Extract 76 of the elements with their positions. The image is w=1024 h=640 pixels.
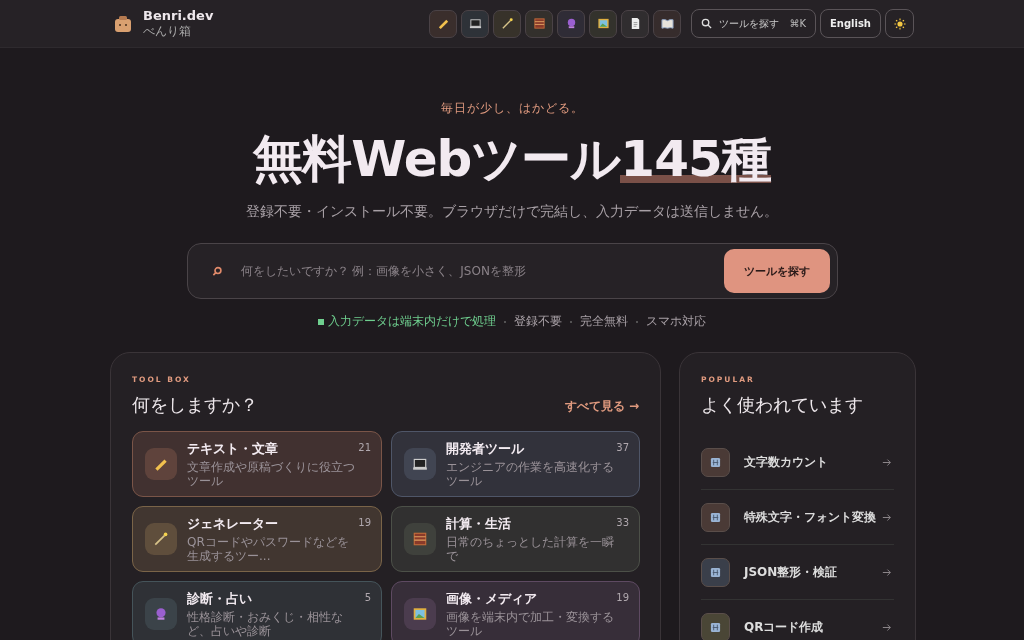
search-label: ツールを探す [719, 16, 780, 31]
see-all-link[interactable]: すべて見る → [564, 398, 639, 415]
category-name: 開発者ツール [446, 440, 525, 458]
site-subtitle: べんり箱 [143, 22, 192, 40]
category-description: 文章作成や原稿づくりに役立つツール [187, 460, 356, 488]
tool-count: 19 [616, 592, 629, 603]
category-button[interactable] [589, 9, 618, 38]
tile-icon [710, 621, 721, 633]
category-description: QRコードやパスワードなどを生成するツー... [187, 535, 350, 563]
search-button[interactable]: ツールを探す ⌘K [691, 9, 816, 38]
category-button[interactable] [525, 9, 554, 38]
sun-icon [893, 17, 906, 30]
arrow-icon [882, 512, 892, 522]
arrow-icon [882, 622, 892, 632]
hero-title: 無料Webツール145種 [253, 129, 771, 190]
category-card[interactable]: テキスト・文章 文章作成や原稿づくりに役立つツール 21 [132, 431, 382, 497]
arrow-icon [882, 567, 892, 577]
tool-name: QRコード作成 [744, 618, 825, 636]
tool-search-field[interactable]: 何をしたいですか？ 例：画像を小さく、JSONを整形 ツールを探す [186, 243, 838, 299]
category-description: 画像を端末内で加工・変換するツール [446, 610, 615, 638]
category-button[interactable] [653, 9, 682, 38]
category-name: ジェネレーター [187, 515, 279, 533]
magic-wand-icon [500, 17, 514, 30]
arrow-icon [882, 457, 892, 467]
category-button[interactable] [621, 9, 650, 38]
section-heading: よく使われています [701, 393, 864, 417]
tile-icon [710, 566, 721, 578]
category-card[interactable]: 画像・メディア 画像を端末内で加工・変換するツール 19 [391, 581, 640, 640]
category-button[interactable] [461, 9, 490, 38]
laptop-icon [412, 456, 428, 472]
find-tools-button[interactable]: ツールを探す [723, 249, 830, 293]
feature-label: スマホ対応 [646, 313, 706, 330]
section-heading: 何をしますか？ [132, 393, 258, 417]
tool-name: 文字数カウント [744, 453, 829, 471]
magic-wand-icon [153, 531, 169, 547]
tool-count: 5 [364, 592, 371, 603]
search-icon [701, 18, 713, 29]
category-description: 日常のちょっとした計算を一瞬で [446, 535, 615, 563]
popular-tool-item[interactable]: 文字数カウント [701, 435, 894, 490]
popular-tool-item[interactable]: JSON整形・検証 [701, 545, 894, 600]
tool-count: 37 [616, 442, 629, 453]
category-description: エンジニアの作業を高速化するツール [446, 460, 615, 488]
tool-count: 21 [358, 442, 371, 453]
theme-toggle-button[interactable] [885, 9, 914, 38]
feature-label: 入力データは端末内だけで処理 [318, 313, 496, 330]
tagline: 毎日が少し、はかどる。 [440, 100, 584, 117]
tile-icon [710, 456, 721, 468]
category-name: テキスト・文章 [187, 440, 279, 458]
site-name[interactable]: Benri.dev [143, 7, 214, 23]
tool-count: 19 [358, 517, 371, 528]
category-name: 診断・占い [187, 590, 253, 608]
tool-name: JSON整形・検証 [744, 563, 839, 581]
search-icon [211, 265, 223, 277]
popular-tool-item[interactable]: 特殊文字・フォント変換 [701, 490, 894, 545]
popular-tool-item[interactable]: QRコード作成 [701, 600, 894, 640]
category-button[interactable] [429, 9, 458, 38]
category-card[interactable]: 計算・生活 日常のちょっとした計算を一瞬で 33 [391, 506, 640, 572]
category-card[interactable]: ジェネレーター QRコードやパスワードなどを生成するツー... 19 [132, 506, 382, 572]
box-logo-icon[interactable] [113, 13, 133, 34]
tool-name: 特殊文字・フォント変換 [744, 508, 877, 526]
framed-picture-icon [596, 17, 610, 30]
tile-icon [710, 511, 721, 523]
shortcut-hint: ⌘K [789, 18, 806, 29]
tool-count: 33 [616, 517, 629, 528]
category-description: 性格診断・おみくじ・相性など、占いや診断 [187, 610, 344, 638]
feature-label: 登録不要 [514, 313, 562, 330]
feature-label: 完全無料 [580, 313, 628, 330]
book-icon [660, 17, 674, 30]
category-card[interactable]: 診断・占い 性格診断・おみくじ・相性など、占いや診断 5 [132, 581, 382, 640]
language-button[interactable]: English [819, 9, 881, 38]
category-name: 画像・メディア [446, 590, 538, 608]
laptop-icon [468, 17, 482, 30]
framed-picture-icon [412, 606, 428, 622]
category-card[interactable]: 開発者ツール エンジニアの作業を高速化するツール 37 [391, 431, 640, 497]
category-name: 計算・生活 [446, 515, 512, 533]
hero-subtitle: 登録不要・インストール不要。ブラウザだけで完結し、入力データは送信しません。 [246, 203, 778, 221]
